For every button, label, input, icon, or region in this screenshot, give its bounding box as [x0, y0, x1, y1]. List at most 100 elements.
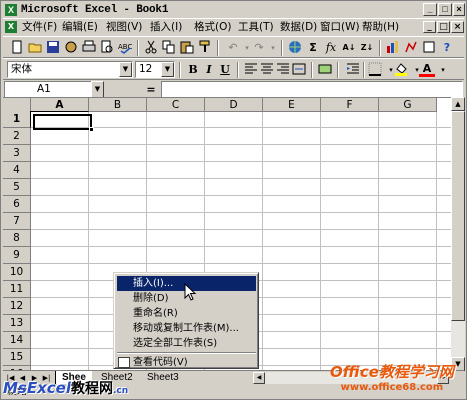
italic-button[interactable]: I [201, 62, 217, 78]
scroll-left-icon[interactable]: ◀ [253, 372, 265, 384]
chevron-down-icon[interactable]: ▼ [119, 62, 132, 77]
gridline-horizontal [31, 178, 451, 179]
sheet-tab-3[interactable]: Sheet3 [141, 371, 185, 384]
cut-icon[interactable] [143, 40, 159, 56]
menu-item[interactable]: 文件(F) [19, 20, 60, 35]
print-preview-icon[interactable] [99, 40, 115, 56]
save-icon[interactable] [45, 40, 61, 56]
row-header[interactable]: 1 [3, 111, 31, 128]
window-title: Microsoft Excel - Book1 [21, 4, 169, 16]
scroll-thumb[interactable] [451, 111, 465, 321]
spelling-icon[interactable]: ABC [117, 40, 133, 56]
menu-item[interactable]: 窗口(W) [317, 20, 363, 35]
row-header[interactable]: 6 [3, 196, 31, 213]
formula-input[interactable] [161, 81, 463, 98]
indent-icon[interactable] [345, 62, 361, 78]
row-header[interactable]: 3 [3, 145, 31, 162]
row-header[interactable]: 12 [3, 298, 31, 315]
context-menu-item[interactable]: 选定全部工作表(S) [117, 336, 256, 351]
maximize-button[interactable]: □ [438, 3, 452, 16]
chevron-down-icon[interactable]: ▼ [91, 81, 104, 98]
context-menu-item[interactable]: 重命名(R) [117, 306, 256, 321]
chevron-down-icon[interactable]: ▾ [435, 62, 451, 78]
column-header[interactable]: A [31, 98, 89, 112]
column-header[interactable]: F [321, 98, 379, 112]
row-header[interactable]: 10 [3, 264, 31, 281]
excel-app-icon[interactable]: X [5, 4, 17, 16]
toolbar-separator [337, 62, 339, 78]
active-cell[interactable] [33, 114, 92, 130]
bold-button[interactable]: B [185, 62, 201, 78]
chevron-down-icon[interactable]: ▼ [161, 62, 174, 77]
open-folder-icon[interactable] [27, 40, 43, 56]
column-header[interactable]: B [89, 98, 147, 112]
underline-button[interactable]: U [217, 62, 233, 78]
menu-item[interactable]: 工具(T) [235, 20, 277, 35]
align-center-icon[interactable] [259, 62, 275, 78]
column-header[interactable]: E [263, 98, 321, 112]
zoom-icon[interactable] [421, 40, 437, 56]
row-header[interactable]: 2 [3, 128, 31, 145]
paste-icon[interactable] [179, 40, 195, 56]
row-header[interactable]: 8 [3, 230, 31, 247]
select-all-corner[interactable] [3, 98, 31, 112]
sort-ascending-icon[interactable]: A↓ [341, 40, 357, 56]
fill-handle[interactable] [89, 127, 94, 132]
fill-color-icon[interactable] [393, 62, 409, 78]
help-icon[interactable]: ? [439, 40, 455, 56]
column-header[interactable]: G [379, 98, 437, 112]
toolbar-separator [237, 62, 239, 78]
row-header[interactable]: 5 [3, 179, 31, 196]
workbook-close-button[interactable]: × [451, 21, 464, 33]
formatting-toolbar: 宋体 ▼ 12 ▼ B I U ▾ ▾ A ▾ [3, 58, 464, 80]
autosum-icon[interactable]: Σ [305, 40, 321, 56]
font-name-value: 宋体 [11, 63, 32, 75]
row-header[interactable]: 9 [3, 247, 31, 264]
align-right-icon[interactable] [275, 62, 291, 78]
format-painter-icon[interactable] [197, 40, 213, 56]
copy-icon[interactable] [161, 40, 177, 56]
font-color-icon[interactable]: A [419, 62, 435, 77]
font-size-dropdown[interactable]: 12 ▼ [135, 61, 175, 78]
sort-descending-icon[interactable]: Z↓ [359, 40, 375, 56]
borders-icon[interactable] [367, 62, 383, 78]
align-left-icon[interactable] [243, 62, 259, 78]
context-item-view-code[interactable]: 查看代码(V) [117, 355, 256, 370]
workbook-restore-button[interactable]: □ [437, 21, 450, 33]
font-name-dropdown[interactable]: 宋体 ▼ [7, 61, 133, 78]
minimize-button[interactable]: _ [423, 3, 437, 16]
merge-center-icon[interactable] [291, 62, 307, 78]
workbook-icon[interactable]: X [5, 21, 17, 33]
currency-style-icon[interactable] [317, 62, 333, 78]
menu-item[interactable]: 帮助(H) [359, 20, 402, 35]
vertical-scrollbar[interactable]: ▲ ▼ [451, 97, 465, 371]
watermark-msexcel: MsExcel教程网.cn [3, 378, 128, 398]
hyperlink-icon[interactable] [287, 40, 303, 56]
row-header[interactable]: 13 [3, 315, 31, 332]
insert-function-icon[interactable]: fx [323, 40, 339, 56]
workbook-minimize-button[interactable]: _ [423, 21, 436, 33]
scroll-up-icon[interactable]: ▲ [451, 97, 465, 111]
print-icon[interactable] [81, 40, 97, 56]
redo-dropdown-icon[interactable]: ▾ [265, 40, 281, 56]
menu-item[interactable]: 插入(I) [147, 20, 185, 35]
permission-icon[interactable] [63, 40, 79, 56]
context-menu-item[interactable]: 移动或复制工作表(M)... [117, 321, 256, 336]
row-header[interactable]: 7 [3, 213, 31, 230]
menu-item[interactable]: 编辑(E) [59, 20, 101, 35]
row-header[interactable]: 14 [3, 332, 31, 349]
menu-item[interactable]: 数据(D) [277, 20, 320, 35]
name-box[interactable]: A1 [4, 81, 104, 98]
column-header[interactable]: D [205, 98, 263, 112]
drawing-icon[interactable] [403, 40, 419, 56]
menu-item[interactable]: 视图(V) [103, 20, 145, 35]
menu-item[interactable]: 格式(O) [191, 20, 234, 35]
column-header[interactable]: C [147, 98, 205, 112]
close-button[interactable]: × [453, 3, 465, 16]
row-header[interactable]: 15 [3, 349, 31, 366]
new-file-icon[interactable] [9, 40, 25, 56]
row-header[interactable]: 4 [3, 162, 31, 179]
chart-wizard-icon[interactable] [385, 40, 401, 56]
title-bar[interactable]: X Microsoft Excel - Book1 _ □ × [3, 3, 465, 17]
row-header[interactable]: 11 [3, 281, 31, 298]
